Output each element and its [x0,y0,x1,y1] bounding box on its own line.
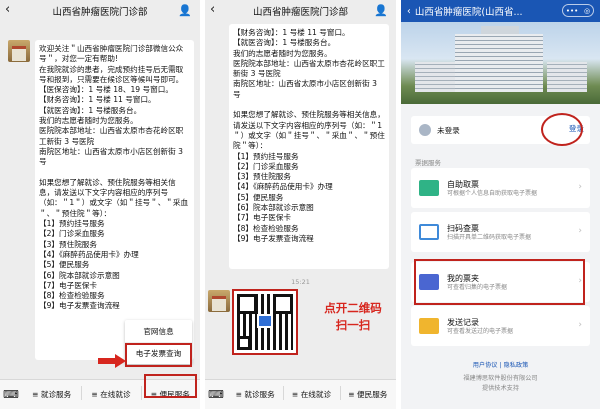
miniprogram-capsule[interactable]: ••• ◎ [562,4,594,17]
chat-header: ‹ 山西省肿瘤医院门诊部 👤 [205,0,396,22]
chat-screen-1: ‹ 山西省肿瘤医院门诊部 👤 欢迎关注＂山西省肿瘤医院门诊部微信公众号＂，对您一… [0,0,200,409]
chevron-right-icon: › [578,320,582,330]
service-self-pickup[interactable]: 自助取票 可根据个人信息自助获取电子票据 › [411,168,590,208]
tab-online-visit[interactable]: ≡ 在线就诊 [283,386,339,400]
service-scan-query[interactable]: 扫码查票 扫描开具单二维码获取电子票据 › [411,212,590,252]
record-icon [419,318,439,334]
convenience-highlight-box [144,374,197,398]
chat-header: ‹ 山西省肿瘤医院门诊部 👤 [0,0,200,22]
hospital-avatar[interactable] [8,40,30,62]
service-list-message: 【财务咨询】：1 号楼 11 号窗口。 【就医咨询】：1 号楼服务台。 我们的志… [229,24,389,269]
invoice-highlight-box [125,343,192,367]
message-timestamp: 15:21 [291,278,310,286]
service-send-records[interactable]: 发送记录 可查看发送过的电子票据 › [411,306,590,346]
chat-title: 山西省肿瘤医院门诊部 [252,7,348,18]
bottom-menu-bar: ⌨ ≡ 就诊服务 ≡ 在线就诊 ≡ 便民服务 [205,379,396,409]
tab-medical-service[interactable]: ≡ 就诊服务 [22,389,81,400]
keyboard-icon[interactable]: ⌨ [0,388,22,401]
back-icon[interactable]: ‹ [407,6,411,17]
qr-code-icon [237,294,293,350]
hospital-avatar[interactable] [208,290,230,312]
section-label: 票据服务 [415,159,441,167]
miniprogram-title: 山西省肿瘤医院(山西省... [414,7,523,18]
footer-support: 提供技术支持 [481,385,520,392]
profile-icon[interactable]: 👤 [178,4,192,17]
invoice-miniprogram: ‹ 山西省肿瘤医院(山西省... ••• ◎ 未登录 登录 票据服务 自助取票 可根… [401,0,600,409]
chat-title: 山西省肿瘤医院门诊部 [52,7,148,18]
footer-company: 福建博思软件股份有限公司 [463,375,538,382]
back-icon[interactable]: ‹ [5,3,10,17]
menu-item-website-info[interactable]: 官网信息 [125,320,192,342]
wallet-highlight-box [414,259,585,305]
tab-convenience-service[interactable]: ≡ 便民服务 [339,386,396,400]
close-icon[interactable]: ◎ [584,7,590,15]
ticket-icon [419,180,439,196]
tab-online-visit[interactable]: ≡ 在线就诊 [81,386,140,400]
profile-icon[interactable]: 👤 [374,4,388,17]
miniprogram-header: ‹ 山西省肿瘤医院(山西省... ••• ◎ [401,0,600,22]
keyboard-icon[interactable]: ⌨ [205,388,227,401]
welcome-message: 欢迎关注＂山西省肿瘤医院门诊部微信公众号＂，对您一定有帮助! 在我院就诊的患者，… [35,40,194,360]
red-arrow-icon [98,354,128,368]
chevron-right-icon: › [578,182,582,192]
user-avatar-icon [419,124,431,136]
hospital-banner-image [401,22,600,104]
scan-instruction: 点开二维码 扫一扫 [324,301,382,332]
more-icon[interactable]: ••• [566,7,578,15]
tab-medical-service[interactable]: ≡ 就诊服务 [227,389,283,400]
scan-icon [419,224,439,240]
footer-links[interactable]: 用户协议 | 隐私政策 [401,361,600,370]
back-icon[interactable]: ‹ [210,3,215,17]
login-status: 未登录 [437,125,460,135]
login-highlight-circle [541,113,583,146]
qr-code-message[interactable] [232,289,298,355]
chevron-right-icon: › [578,226,582,236]
